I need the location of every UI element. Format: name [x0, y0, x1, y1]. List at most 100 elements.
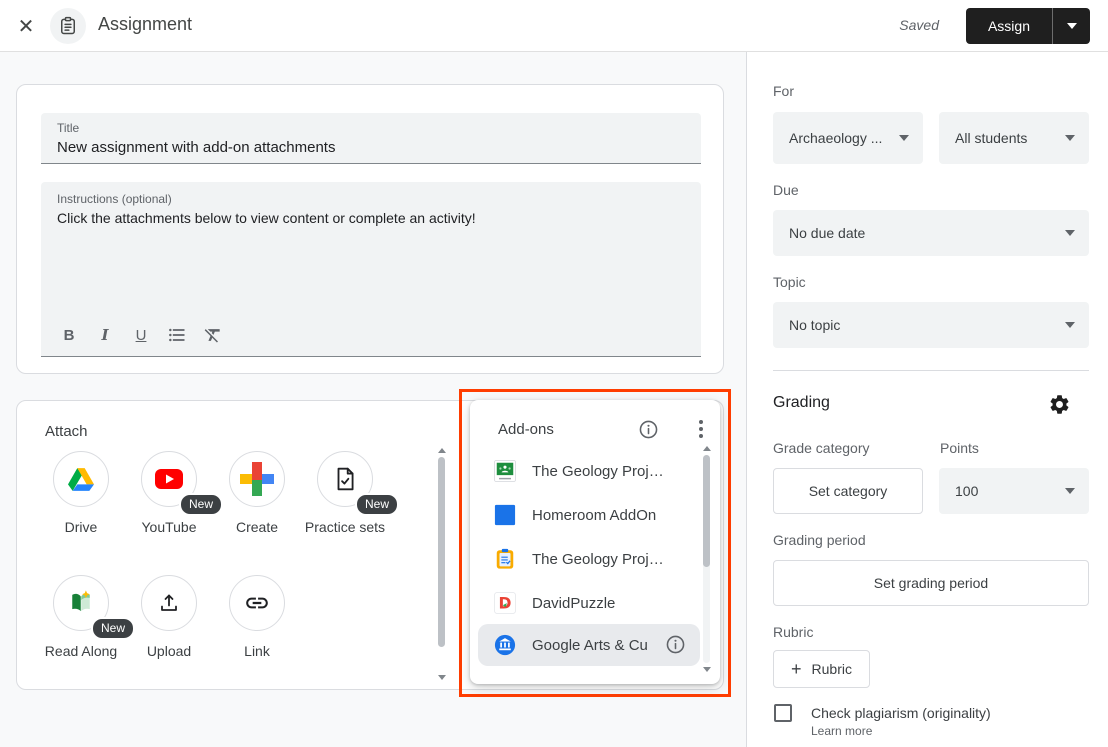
text-format-toolbar: B I U: [51, 320, 231, 350]
topic-value: No topic: [789, 317, 840, 333]
attach-upload-button[interactable]: Upload: [125, 575, 213, 661]
attach-label: Drive: [37, 517, 125, 537]
chevron-down-icon: [899, 135, 909, 141]
due-label: Due: [773, 182, 799, 198]
google-classroom-icon: [494, 460, 516, 482]
set-grading-period-button[interactable]: Set grading period: [773, 560, 1089, 606]
attach-create-button[interactable]: Create: [213, 451, 301, 537]
set-category-button[interactable]: Set category: [773, 468, 923, 514]
add-rubric-button[interactable]: + Rubric: [773, 650, 870, 688]
attach-scrollbar[interactable]: [437, 448, 446, 680]
italic-icon: I: [101, 326, 108, 344]
info-icon: [638, 419, 659, 440]
addons-highlight-outline: Add-ons The Geology Proj… Homeroom AddOn: [459, 389, 731, 697]
students-select[interactable]: All students: [939, 112, 1089, 164]
attach-youtube-button[interactable]: New YouTube: [125, 451, 213, 537]
scrollbar-thumb[interactable]: [438, 457, 445, 647]
scroll-down-icon[interactable]: [438, 675, 446, 680]
addon-item-homeroom[interactable]: Homeroom AddOn: [478, 493, 700, 537]
attach-label: Create: [213, 517, 301, 537]
davidpuzzle-icon: D: [494, 592, 516, 614]
addon-item-geology-2[interactable]: The Geology Proj…: [478, 537, 700, 581]
addon-label: Homeroom AddOn: [532, 507, 656, 524]
title-field-label: Title: [57, 121, 79, 135]
google-drive-icon: [53, 451, 109, 507]
scroll-up-icon[interactable]: [438, 448, 446, 453]
title-field[interactable]: Title New assignment with add-on attachm…: [41, 113, 701, 164]
grade-category-label: Grade category: [773, 440, 870, 456]
grading-heading: Grading: [773, 394, 830, 412]
grading-settings-button[interactable]: [1043, 388, 1075, 420]
plagiarism-label: Check plagiarism (originality): [811, 705, 991, 721]
title-field-value[interactable]: New assignment with add-on attachments: [57, 139, 335, 156]
saved-status: Saved: [899, 17, 939, 33]
points-label: Points: [940, 440, 979, 456]
page-title: Assignment: [98, 14, 192, 35]
addons-popup: Add-ons The Geology Proj… Homeroom AddOn: [470, 400, 720, 684]
svg-text:D: D: [499, 594, 512, 612]
gear-icon: [1048, 393, 1071, 416]
due-date-select[interactable]: No due date: [773, 210, 1089, 256]
italic-button[interactable]: I: [87, 320, 123, 350]
assign-button[interactable]: Assign: [966, 8, 1052, 44]
addon-label: Google Arts & Cu: [532, 637, 648, 654]
clear-formatting-button[interactable]: [195, 320, 231, 350]
arts-culture-icon: [494, 634, 516, 656]
assignment-icon: [50, 8, 86, 44]
rubric-button-label: Rubric: [812, 661, 852, 677]
attach-label: Upload: [125, 641, 213, 661]
plus-icon: +: [791, 659, 802, 680]
addon-item-davidpuzzle[interactable]: D DavidPuzzle: [478, 581, 700, 625]
attach-practice-sets-button[interactable]: New Practice sets: [301, 451, 389, 537]
new-badge: New: [91, 617, 135, 640]
chevron-down-icon: [1067, 23, 1077, 29]
addons-menu-button[interactable]: [689, 417, 713, 441]
create-plus-icon: [229, 451, 285, 507]
bold-button[interactable]: B: [51, 320, 87, 350]
points-select[interactable]: 100: [939, 468, 1089, 514]
addon-label: The Geology Proj…: [532, 463, 664, 480]
attach-label: Practice sets: [301, 517, 389, 537]
attach-label: Read Along: [37, 641, 125, 661]
clear-formatting-icon: [203, 325, 223, 345]
bold-icon: B: [64, 327, 75, 344]
addon-item-geology-1[interactable]: The Geology Proj…: [478, 449, 700, 493]
close-icon[interactable]: ✕: [13, 13, 39, 39]
due-date-value: No due date: [789, 225, 865, 241]
scroll-down-icon[interactable]: [703, 667, 711, 672]
addon-label: DavidPuzzle: [532, 595, 615, 612]
attach-read-along-button[interactable]: New Read Along: [37, 575, 125, 661]
class-select[interactable]: Archaeology ...: [773, 112, 923, 164]
attach-label: YouTube: [125, 517, 213, 537]
instructions-field-value[interactable]: Click the attachments below to view cont…: [57, 210, 476, 226]
attach-label: Link: [213, 641, 301, 661]
topic-select[interactable]: No topic: [773, 302, 1089, 348]
addon-item-arts-culture[interactable]: Google Arts & Cu: [478, 624, 700, 666]
attach-drive-button[interactable]: Drive: [37, 451, 125, 537]
topic-label: Topic: [773, 274, 806, 290]
chevron-down-icon: [1065, 488, 1075, 494]
bulleted-list-button[interactable]: [159, 320, 195, 350]
addons-heading: Add-ons: [498, 421, 554, 438]
scroll-up-icon[interactable]: [703, 446, 711, 451]
new-badge: New: [355, 493, 399, 516]
plagiarism-checkbox[interactable]: [774, 704, 792, 722]
instructions-field-label: Instructions (optional): [57, 192, 172, 206]
addons-info-button[interactable]: [638, 419, 659, 445]
addons-scrollbar[interactable]: [702, 446, 711, 672]
scrollbar-thumb[interactable]: [703, 455, 710, 567]
clipboard-checklist-icon: [494, 548, 516, 570]
assignment-screen: ✕ Assignment Saved Assign Title New assi…: [0, 0, 1108, 747]
instructions-field[interactable]: Instructions (optional) Click the attach…: [41, 182, 701, 357]
new-badge: New: [179, 493, 223, 516]
assign-dropdown-button[interactable]: [1052, 8, 1090, 44]
link-icon: [229, 575, 285, 631]
chevron-down-icon: [1065, 135, 1075, 141]
addon-info-button[interactable]: [665, 634, 686, 660]
info-icon: [665, 634, 686, 655]
attach-heading: Attach: [45, 423, 88, 440]
learn-more-link[interactable]: Learn more: [811, 724, 872, 738]
underline-button[interactable]: U: [123, 320, 159, 350]
attach-link-button[interactable]: Link: [213, 575, 301, 661]
chevron-down-icon: [1065, 230, 1075, 236]
